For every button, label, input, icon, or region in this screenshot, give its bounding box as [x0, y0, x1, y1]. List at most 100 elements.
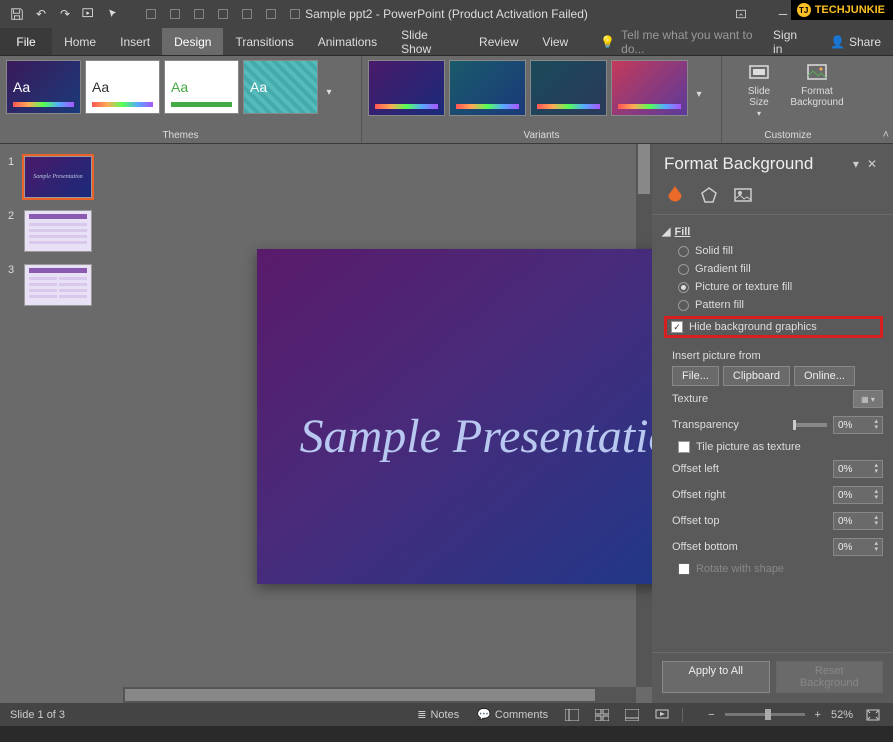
- tab-transitions[interactable]: Transitions: [223, 28, 305, 55]
- transparency-slider[interactable]: [793, 423, 827, 427]
- comments-button[interactable]: 💬Comments: [473, 708, 552, 721]
- qa-icon-4[interactable]: [212, 3, 234, 25]
- fill-tab-icon[interactable]: [664, 184, 686, 206]
- quick-access-toolbar: ↶ ↷: [6, 3, 306, 25]
- solid-fill-radio[interactable]: Solid fill: [662, 242, 883, 260]
- offset-top-label: Offset top: [672, 515, 827, 527]
- tab-design[interactable]: Design: [162, 28, 223, 55]
- share-icon: 👤: [830, 35, 845, 49]
- pointer-icon[interactable]: [102, 3, 124, 25]
- qa-icon-3[interactable]: [188, 3, 210, 25]
- variant-4[interactable]: [611, 60, 688, 116]
- main-body: 1 Sample Presentation 2 3 Sample Present…: [0, 144, 893, 703]
- chevron-down-icon: ◢: [662, 225, 670, 238]
- qa-icon-1[interactable]: [140, 3, 162, 25]
- variants-more-icon[interactable]: ▾: [692, 60, 706, 116]
- gradient-fill-radio[interactable]: Gradient fill: [662, 260, 883, 278]
- pane-close-icon[interactable]: ✕: [863, 157, 881, 171]
- share-button[interactable]: 👤 Share: [818, 28, 893, 55]
- zoom-level[interactable]: 52%: [831, 709, 853, 721]
- offset-top-spinner[interactable]: 0%▴▾: [833, 512, 883, 530]
- slide-counter[interactable]: Slide 1 of 3: [10, 709, 65, 721]
- customize-group-label: Customize: [732, 130, 844, 141]
- tell-me-search[interactable]: 💡 Tell me what you want to do...: [600, 28, 761, 55]
- offset-left-spinner[interactable]: 0%▴▾: [833, 460, 883, 478]
- collapse-ribbon-icon[interactable]: ˄: [883, 129, 889, 141]
- slide-canvas-area[interactable]: Sample Presentation: [123, 144, 652, 687]
- insert-online-button[interactable]: Online...: [794, 366, 855, 386]
- thumbnail-slide-2[interactable]: [24, 210, 92, 252]
- thumbnail-row-2: 2: [8, 210, 115, 252]
- variant-1[interactable]: [368, 60, 445, 116]
- slide-size-label: Slide Size: [748, 86, 770, 108]
- tab-home[interactable]: Home: [52, 28, 108, 55]
- sign-in-link[interactable]: Sign in: [761, 28, 818, 55]
- tile-checkbox-row[interactable]: Tile picture as texture: [662, 438, 883, 456]
- transparency-spinner[interactable]: 0%▴▾: [833, 416, 883, 434]
- picture-fill-radio[interactable]: Picture or texture fill: [662, 278, 883, 296]
- horizontal-scrollbar-thumb[interactable]: [125, 689, 595, 701]
- zoom-out-icon[interactable]: −: [708, 709, 714, 721]
- qa-icon-2[interactable]: [164, 3, 186, 25]
- slide-sorter-view-icon[interactable]: [592, 707, 612, 723]
- pattern-fill-radio[interactable]: Pattern fill: [662, 296, 883, 314]
- effects-tab-icon[interactable]: [698, 184, 720, 206]
- themes-more-icon[interactable]: ▾: [322, 60, 336, 114]
- theme-option-3[interactable]: Aa: [164, 60, 239, 114]
- slide-title-text[interactable]: Sample Presentation: [300, 409, 652, 464]
- tab-review[interactable]: Review: [467, 28, 530, 55]
- tab-file[interactable]: File: [0, 28, 52, 55]
- theme-current[interactable]: Aa: [6, 60, 81, 114]
- apply-to-all-button[interactable]: Apply to All: [662, 661, 770, 693]
- themes-group-label: Themes: [6, 130, 355, 141]
- reading-view-icon[interactable]: [622, 707, 642, 723]
- thumbnail-slide-1[interactable]: Sample Presentation: [24, 156, 92, 198]
- insert-file-button[interactable]: File...: [672, 366, 719, 386]
- qa-icon-5[interactable]: [236, 3, 258, 25]
- offset-left-label: Offset left: [672, 463, 827, 475]
- format-background-button[interactable]: Format Background: [790, 60, 844, 119]
- slideshow-view-icon[interactable]: [652, 707, 672, 723]
- redo-icon[interactable]: ↷: [54, 3, 76, 25]
- pane-dropdown-icon[interactable]: ▾: [849, 157, 863, 171]
- offset-bottom-spinner[interactable]: 0%▴▾: [833, 538, 883, 556]
- undo-icon[interactable]: ↶: [30, 3, 52, 25]
- normal-view-icon[interactable]: [562, 707, 582, 723]
- save-icon[interactable]: [6, 3, 28, 25]
- start-from-beginning-icon[interactable]: [78, 3, 100, 25]
- tab-insert[interactable]: Insert: [108, 28, 162, 55]
- zoom-slider[interactable]: [725, 713, 805, 716]
- thumbnail-slide-3[interactable]: [24, 264, 92, 306]
- tab-animations[interactable]: Animations: [306, 28, 389, 55]
- offset-right-spinner[interactable]: 0%▴▾: [833, 486, 883, 504]
- thumbnail-row-1: 1 Sample Presentation: [8, 156, 115, 198]
- picture-tab-icon[interactable]: [732, 184, 754, 206]
- slide-thumbnails-panel: 1 Sample Presentation 2 3: [0, 144, 123, 703]
- current-slide[interactable]: Sample Presentation: [257, 249, 652, 584]
- texture-dropdown[interactable]: ▦ ▾: [853, 390, 883, 408]
- tab-view[interactable]: View: [530, 28, 580, 55]
- format-background-label: Format Background: [790, 86, 843, 108]
- theme-option-4[interactable]: Aa: [243, 60, 318, 114]
- format-background-icon: [805, 60, 829, 84]
- format-background-pane: Format Background ▾ ✕ ◢Fill Solid fill G…: [652, 144, 893, 703]
- slide-size-icon: [747, 60, 771, 84]
- zoom-in-icon[interactable]: +: [815, 709, 821, 721]
- qa-icon-7[interactable]: [284, 3, 306, 25]
- ribbon-display-options-icon[interactable]: [721, 3, 761, 25]
- tab-slide-show[interactable]: Slide Show: [389, 28, 467, 55]
- theme-option-2[interactable]: Aa: [85, 60, 160, 114]
- horizontal-scrollbar[interactable]: [123, 687, 636, 703]
- variant-3[interactable]: [530, 60, 607, 116]
- window-title: Sample ppt2 - PowerPoint (Product Activa…: [305, 7, 588, 21]
- texture-label: Texture: [672, 393, 847, 405]
- fill-section-header[interactable]: ◢Fill: [662, 221, 883, 242]
- hide-background-checkbox[interactable]: [671, 321, 683, 333]
- fit-to-window-icon[interactable]: [863, 707, 883, 723]
- insert-clipboard-button[interactable]: Clipboard: [723, 366, 790, 386]
- slide-size-button[interactable]: Slide Size ▾: [732, 60, 786, 119]
- variant-2[interactable]: [449, 60, 526, 116]
- qa-icon-6[interactable]: [260, 3, 282, 25]
- vertical-scrollbar-thumb[interactable]: [638, 144, 650, 194]
- notes-button[interactable]: ≣Notes: [413, 708, 463, 721]
